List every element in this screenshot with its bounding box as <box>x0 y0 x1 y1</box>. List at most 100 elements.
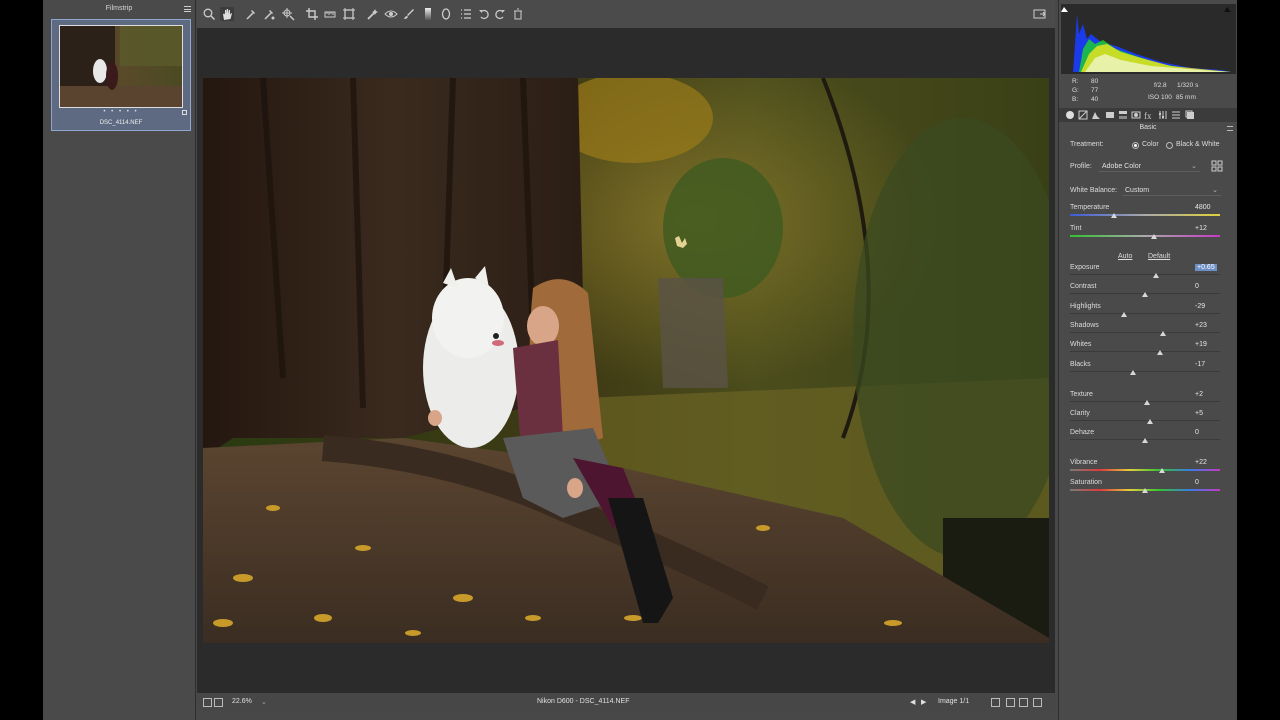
profile-browser-icon[interactable] <box>1211 160 1223 172</box>
tint-slider-handle[interactable] <box>1151 234 1157 239</box>
shadows-slider-track[interactable] <box>1070 332 1220 333</box>
exposure-value-field[interactable]: +0.65 <box>1195 264 1217 271</box>
vibrance-slider-track[interactable] <box>1070 469 1220 471</box>
exposure-slider-track[interactable] <box>1070 274 1220 275</box>
preview-preferences-icon[interactable] <box>1033 698 1042 707</box>
saturation-slider-handle[interactable] <box>1142 488 1148 493</box>
tab-snapshots[interactable] <box>1185 110 1195 120</box>
tab-split-toning[interactable] <box>1118 110 1128 120</box>
tab-calibration[interactable] <box>1158 110 1168 120</box>
tint-slider-track[interactable] <box>1070 235 1220 237</box>
blacks-slider-track[interactable] <box>1070 371 1220 372</box>
histogram <box>1061 4 1236 74</box>
texture-value-field[interactable]: +2 <box>1195 391 1217 398</box>
filmstrip-header: Filmstrip <box>43 0 195 18</box>
vibrance-slider-handle[interactable] <box>1158 468 1165 473</box>
whites-slider-handle[interactable] <box>1157 350 1163 355</box>
dehaze-slider-handle[interactable] <box>1142 438 1148 443</box>
adjustment-brush-icon[interactable] <box>402 7 416 21</box>
preview-canvas[interactable] <box>197 28 1055 693</box>
shadows-value-field[interactable]: +23 <box>1195 322 1217 329</box>
treatment-bw-label[interactable]: Black & White <box>1176 141 1220 148</box>
blacks-slider-handle[interactable] <box>1130 370 1136 375</box>
tab-effects[interactable]: fx <box>1144 110 1154 121</box>
blacks-label: Blacks <box>1070 361 1091 368</box>
toggle-fullscreen-icon[interactable] <box>1033 7 1047 21</box>
vibrance-value-field[interactable]: +22 <box>1195 459 1217 466</box>
dehaze-value-field[interactable]: 0 <box>1195 429 1217 436</box>
white-balance-icon[interactable] <box>244 7 258 21</box>
zoom-dropdown-icon[interactable]: ⌄ <box>261 698 267 706</box>
thumbnail-rating[interactable]: • • • • • <box>52 109 190 115</box>
straighten-icon[interactable] <box>323 7 337 21</box>
treatment-bw-radio[interactable] <box>1166 142 1173 149</box>
hand-icon[interactable] <box>220 7 234 21</box>
treatment-color-label[interactable]: Color <box>1142 141 1159 148</box>
tint-label: Tint <box>1070 225 1082 232</box>
swap-settings-icon[interactable] <box>1019 698 1028 707</box>
tab-presets[interactable] <box>1171 110 1181 120</box>
trash-icon[interactable] <box>511 7 525 21</box>
camera-info: R: 80 G: 77 B: 40 f/2.8 1/320 s ISO 100 … <box>1059 75 1237 107</box>
blacks-value-field[interactable]: -17 <box>1195 361 1217 368</box>
before-after-y-icon[interactable] <box>991 698 1000 707</box>
texture-slider-handle[interactable] <box>1143 400 1150 405</box>
photo-preview[interactable] <box>203 78 1049 643</box>
next-image-icon[interactable]: ▶ <box>921 698 926 706</box>
whites-value-field[interactable]: +19 <box>1195 341 1217 348</box>
preferences-icon[interactable] <box>459 7 473 21</box>
highlights-value-field[interactable]: -29 <box>1195 303 1217 310</box>
red-eye-icon[interactable] <box>384 7 398 21</box>
tab-lens-corrections[interactable] <box>1131 110 1141 120</box>
rotate-left-icon[interactable] <box>477 7 491 21</box>
contrast-value-field[interactable]: 0 <box>1195 283 1217 290</box>
rotate-right-icon[interactable] <box>493 7 507 21</box>
filmstrip-thumbnail[interactable]: • • • • • DSC_4114.NEF <box>51 19 191 131</box>
graduated-filter-icon[interactable] <box>421 7 435 21</box>
tint-value-field[interactable]: +12 <box>1195 225 1217 232</box>
shadows-slider-handle[interactable] <box>1160 331 1166 336</box>
before-after-split-icon[interactable] <box>1006 698 1015 707</box>
zoom-icon[interactable] <box>202 7 216 21</box>
clarity-label: Clarity <box>1070 410 1090 417</box>
highlights-slider-track[interactable] <box>1070 313 1220 314</box>
exposure-slider-handle[interactable] <box>1152 273 1159 278</box>
tab-tone-curve[interactable] <box>1078 110 1088 120</box>
radial-filter-icon[interactable] <box>439 7 453 21</box>
profile-value: Adobe Color <box>1102 163 1141 170</box>
auto-link[interactable]: Auto <box>1118 253 1132 260</box>
color-sampler-icon[interactable] <box>262 7 276 21</box>
default-link[interactable]: Default <box>1148 253 1170 260</box>
contrast-slider-handle[interactable] <box>1142 292 1148 297</box>
targeted-adjustment-icon[interactable] <box>281 7 295 21</box>
tab-basic[interactable] <box>1065 110 1075 120</box>
exposure-label: Exposure <box>1070 264 1100 271</box>
temperature-value-field[interactable]: 4800 <box>1195 204 1217 211</box>
profile-dropdown[interactable]: Adobe Color ⌄ <box>1099 161 1200 172</box>
image-counter: Image 1/1 <box>938 698 970 705</box>
treatment-color-radio[interactable] <box>1132 142 1139 149</box>
crop-icon[interactable] <box>305 7 319 21</box>
zoom-level-select[interactable]: 22.6% <box>232 698 252 705</box>
highlights-slider-handle[interactable] <box>1121 312 1127 317</box>
white-balance-dropdown[interactable]: Custom ⌄ <box>1122 185 1221 196</box>
clarity-slider-handle[interactable] <box>1146 419 1153 424</box>
saturation-label: Saturation <box>1070 479 1102 486</box>
spot-removal-icon[interactable] <box>366 7 380 21</box>
zoom-out-icon[interactable] <box>203 698 212 707</box>
tab-detail[interactable] <box>1091 110 1101 120</box>
whites-slider-track[interactable] <box>1070 351 1220 352</box>
saturation-value-field[interactable]: 0 <box>1195 479 1217 486</box>
panel-tabs: fx <box>1059 108 1237 122</box>
tab-hsl[interactable] <box>1105 110 1115 120</box>
transform-icon[interactable] <box>342 7 356 21</box>
clarity-slider-track[interactable] <box>1070 420 1220 421</box>
chevron-down-icon: ⌄ <box>1191 163 1197 170</box>
panel-menu-icon[interactable] <box>1227 126 1233 131</box>
temperature-slider-track[interactable] <box>1070 214 1220 216</box>
prev-image-icon[interactable]: ◀ <box>910 698 915 706</box>
filmstrip-menu-icon[interactable] <box>184 6 191 12</box>
clarity-value-field[interactable]: +5 <box>1195 410 1217 417</box>
zoom-in-icon[interactable] <box>214 698 223 707</box>
temperature-slider-handle[interactable] <box>1110 213 1117 218</box>
